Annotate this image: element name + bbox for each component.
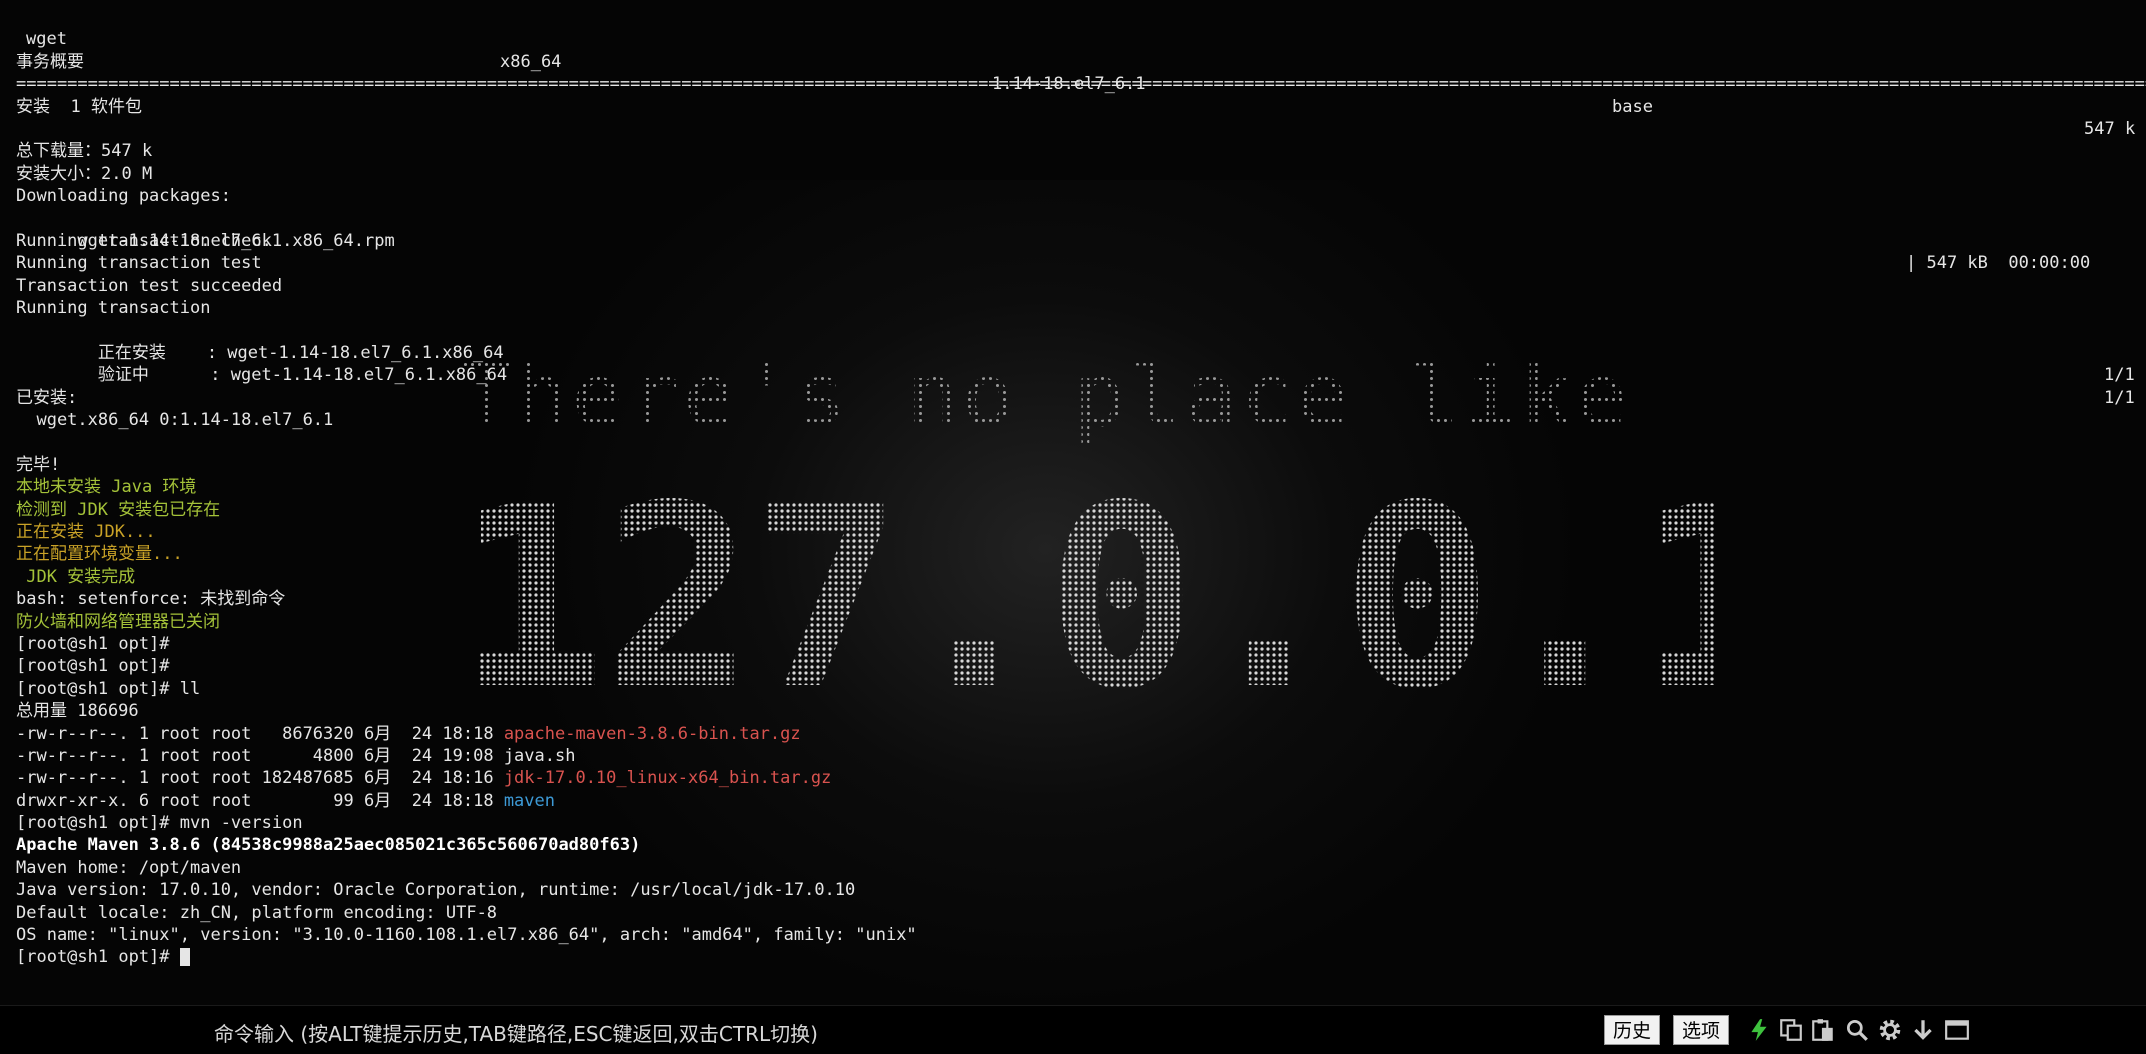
rpm-download-row: wget-1.14-18.el7_6.1.x86_64.rpm | 547 kB… (16, 208, 2146, 273)
default-locale: Default locale: zh_CN, platform encoding… (16, 902, 498, 923)
running-test: Running transaction test (16, 253, 262, 274)
downloading-packages: Downloading packages: (16, 186, 231, 207)
java-missing-message: 本地未安装 Java 环境 (16, 477, 197, 498)
file-meta: drwxr-xr-x. 6 root root 99 6月 24 18:18 (16, 790, 504, 811)
file-row: -rw-r--r--. 1 root root 8676320 6月 24 18… (16, 723, 2146, 745)
firewall-message: 防火墙和网络管理器已关闭 (16, 611, 220, 632)
lightning-icon[interactable] (1746, 1017, 1772, 1043)
mvn-command: [root@sh1 opt]# mvn -version (16, 813, 303, 834)
gear-icon[interactable] (1877, 1017, 1903, 1043)
maven-home: Maven home: /opt/maven (16, 857, 242, 878)
installed-title: 已安装: (16, 387, 78, 408)
file-row: drwxr-xr-x. 6 root root 99 6月 24 18:18 m… (16, 790, 2146, 812)
options-button[interactable]: 选项 (1673, 1015, 1730, 1045)
done-message: 完毕! (16, 454, 61, 475)
setenforce-error: bash: setenforce: 未找到命令 (16, 589, 286, 610)
terminal-output: wget x86_64 1.14-18.el7_6.1 base 547 k 事… (16, 6, 2146, 969)
java-version: Java version: 17.0.10, vendor: Oracle Co… (16, 880, 856, 901)
file-meta: -rw-r--r--. 1 root root 8676320 6月 24 18… (16, 723, 504, 744)
test-succeeded: Transaction test succeeded (16, 275, 283, 296)
file-name: java.sh (503, 745, 576, 766)
command-input-hint[interactable]: 命令输入 (按ALT键提示历史,TAB键路径,ESC键返回,双击CTRL切换) (214, 1018, 818, 1047)
file-meta: -rw-r--r--. 1 root root 182487685 6月 24 … (16, 768, 504, 789)
command-input-bar[interactable]: 命令输入 (按ALT键提示历史,TAB键路径,ESC键返回,双击CTRL切换) … (0, 1005, 2146, 1054)
download-icon[interactable] (1910, 1017, 1936, 1043)
file-row: -rw-r--r--. 1 root root 182487685 6月 24 … (16, 767, 2146, 789)
shell-prompt: [root@sh1 opt]# (16, 656, 170, 677)
jdk-installing-message: 正在安装 JDK... (16, 521, 156, 542)
running-check: Running transaction check (16, 230, 272, 251)
file-name: apache-maven-3.8.6-bin.tar.gz (503, 723, 801, 744)
maven-version: Apache Maven 3.8.6 (84538c9988a25aec0850… (16, 835, 641, 856)
install-size: 安装大小：2.0 M (16, 163, 153, 184)
file-meta: -rw-r--r--. 1 root root 4800 6月 24 19:08 (16, 745, 504, 766)
window-icon[interactable] (1944, 1017, 1970, 1043)
total-download: 总下载量：547 k (16, 141, 153, 162)
text-cursor (179, 948, 190, 967)
summary-title: 事务概要 (16, 51, 84, 72)
installed-package: wget.x86_64 0:1.14-18.el7_6.1 (16, 410, 334, 431)
ll-command: [root@sh1 opt]# ll (16, 678, 201, 699)
jdk-done-message: JDK 安装完成 (16, 566, 136, 587)
current-prompt-row[interactable]: [root@sh1 opt]# (16, 946, 2146, 968)
current-prompt: [root@sh1 opt]# (16, 947, 180, 968)
shell-prompt: [root@sh1 opt]# (16, 633, 170, 654)
history-button[interactable]: 历史 (1604, 1015, 1661, 1045)
total-usage: 总用量 186696 (16, 701, 139, 722)
directory-name: maven (503, 790, 555, 811)
installing-row: 正在安装 : wget-1.14-18.el7_6.1.x86_64 1/1 (16, 319, 2146, 385)
jdk-found-message: 检测到 JDK 安装包已存在 (16, 499, 221, 520)
copy-icon[interactable] (1778, 1017, 1804, 1043)
terminal-window[interactable]: There's no place like 127.0.0.1 wget x86… (0, 0, 2146, 1005)
separator-line: ========================================… (16, 74, 2146, 95)
paste-icon[interactable] (1810, 1017, 1836, 1043)
env-config-message: 正在配置环境变量... (16, 544, 183, 565)
file-row: -rw-r--r--. 1 root root 4800 6月 24 19:08… (16, 745, 2146, 767)
os-name: OS name: "linux", version: "3.10.0-1160.… (16, 925, 917, 946)
package-header-row: wget x86_64 1.14-18.el7_6.1 base 547 k (16, 6, 2146, 139)
running-transaction: Running transaction (16, 298, 211, 319)
search-icon[interactable] (1844, 1017, 1870, 1043)
install-count: 安装 1 软件包 (16, 96, 142, 117)
verifying-row: 验证中 : wget-1.14-18.el7_6.1.x86_64 1/1 (16, 342, 2146, 407)
file-name: jdk-17.0.10_linux-x64_bin.tar.gz (503, 768, 832, 789)
